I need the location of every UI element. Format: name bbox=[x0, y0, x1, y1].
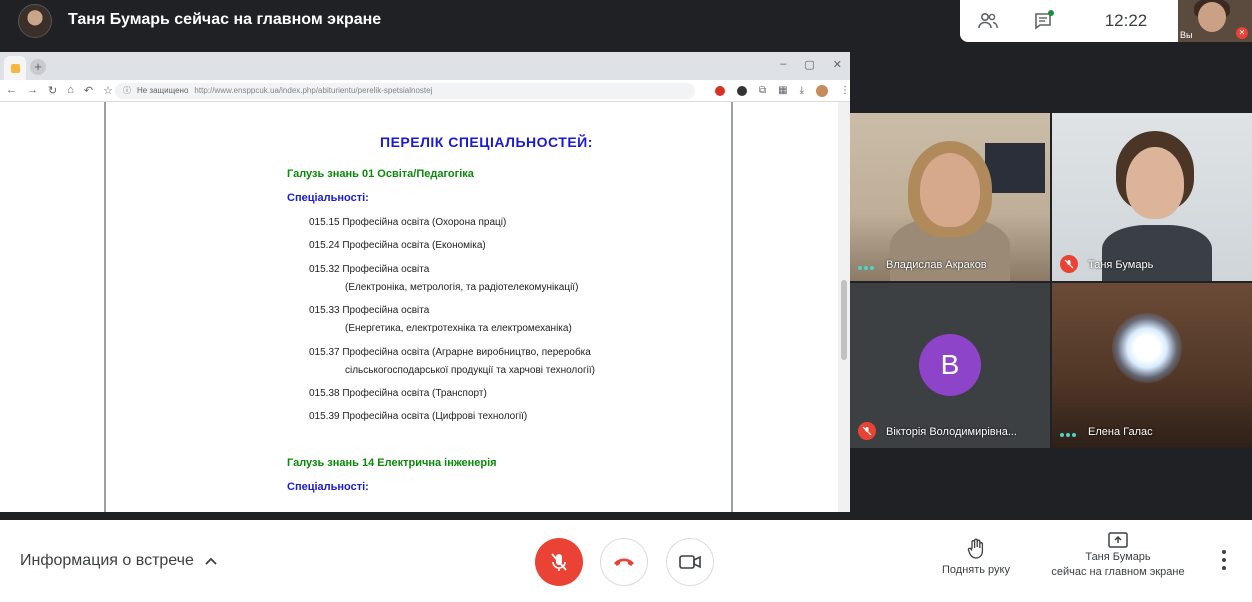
speaking-indicator-icon bbox=[858, 266, 874, 270]
page-border-right bbox=[731, 102, 733, 512]
mic-toggle-button[interactable] bbox=[535, 538, 583, 586]
field-heading-01: Галузь знань 01 Освіта/Педагогіка bbox=[287, 168, 474, 180]
spec-item: 015.37 Професійна освіта (Аграрне виробн… bbox=[309, 347, 591, 358]
info-icon: ⓘ bbox=[122, 86, 131, 95]
home-icon[interactable]: ⌂ bbox=[67, 84, 74, 97]
more-options-icon[interactable] bbox=[1216, 550, 1232, 570]
meeting-info-button[interactable]: Информация о встрече bbox=[20, 552, 218, 570]
self-mic-off-icon: ✕ bbox=[1236, 27, 1248, 39]
close-icon[interactable]: ✕ bbox=[833, 58, 842, 71]
window-controls: – ▢ ✕ bbox=[780, 58, 842, 71]
presenter-avatar bbox=[18, 4, 52, 38]
presentation-line-2: сейчас на главном экране bbox=[1051, 566, 1185, 578]
chat-badge bbox=[1048, 10, 1054, 16]
spec-item: 015.33 Професійна освіта bbox=[309, 305, 430, 316]
mic-off-icon bbox=[1060, 255, 1078, 273]
profile-avatar-icon[interactable] bbox=[816, 84, 828, 97]
self-face bbox=[1198, 2, 1226, 32]
browser-tab[interactable] bbox=[4, 56, 26, 80]
specialties-heading-2: Спеціальності: bbox=[287, 481, 369, 493]
download-icon[interactable]: ⤓ bbox=[800, 85, 804, 96]
maximize-icon[interactable]: ▢ bbox=[804, 58, 814, 71]
back-icon[interactable]: ← bbox=[6, 84, 17, 97]
self-view-label: Вы bbox=[1180, 30, 1193, 40]
dark-extension-icon[interactable] bbox=[736, 85, 747, 96]
copy-icon[interactable]: ⧉ bbox=[759, 85, 766, 96]
top-panel: 12:22 bbox=[960, 0, 1180, 42]
participant-name: Елена Галас bbox=[1088, 426, 1153, 438]
participant-tile-1[interactable]: Владислав Акраков bbox=[850, 113, 1050, 281]
light-glare bbox=[1112, 313, 1182, 383]
security-label: Не защищено bbox=[136, 86, 189, 95]
people-button[interactable] bbox=[960, 0, 1016, 42]
mic-off-icon bbox=[858, 422, 876, 440]
page-border-left bbox=[104, 102, 106, 512]
self-view[interactable]: Вы ✕ bbox=[1178, 0, 1252, 42]
presenter-title: Таня Бумарь сейчас на главном экране bbox=[68, 11, 382, 28]
camera-toggle-button[interactable] bbox=[666, 538, 714, 586]
speaking-indicator-icon bbox=[1060, 433, 1076, 437]
spec-item-detail: (Енергетика, електротехніка та електроме… bbox=[345, 323, 572, 334]
chevron-up-icon bbox=[205, 557, 217, 565]
nav-buttons: ← → ↻ ⌂ ↶ ☆ bbox=[0, 84, 115, 97]
spec-item-detail: сільськогосподарської продукції та харчо… bbox=[345, 365, 595, 376]
raise-hand-label: Поднять руку bbox=[942, 564, 1010, 576]
forward-icon[interactable]: → bbox=[27, 84, 38, 97]
minimize-icon[interactable]: – bbox=[780, 58, 786, 71]
spec-item: 015.24 Професійна освіта (Економіка) bbox=[309, 240, 486, 251]
url-text: http://www.ensppcuk.ua/index.php/abituri… bbox=[194, 86, 433, 95]
extension-icons: ⧉ ▦ ⤓ ⋮ bbox=[695, 84, 850, 97]
scroll-thumb[interactable] bbox=[841, 280, 847, 360]
favicon-icon bbox=[10, 63, 20, 73]
new-tab-icon[interactable]: + bbox=[30, 59, 46, 75]
spec-item: 015.32 Професійна освіта bbox=[309, 264, 430, 275]
phone-hangup-icon bbox=[614, 558, 634, 566]
opera-extension-icon[interactable] bbox=[714, 85, 725, 96]
raise-hand-button[interactable]: Поднять руку bbox=[934, 538, 1018, 576]
presentation-button[interactable]: Таня Бумарь сейчас на главном экране bbox=[1040, 532, 1196, 580]
menu-dots-icon[interactable]: ⋮ bbox=[840, 85, 850, 96]
participant-name: Таня Бумарь bbox=[1088, 259, 1154, 271]
participant-name: Владислав Акраков bbox=[886, 259, 987, 271]
people-icon bbox=[978, 12, 998, 29]
bottom-bar: Информация о встрече Поднять руку Таня Б… bbox=[0, 520, 1252, 602]
star-icon[interactable]: ☆ bbox=[103, 84, 113, 97]
participant-face bbox=[1126, 147, 1184, 219]
camera-icon bbox=[679, 555, 701, 569]
spec-item: 015.38 Професійна освіта (Транспорт) bbox=[309, 388, 487, 399]
address-bar: ← → ↻ ⌂ ↶ ☆ ⓘ Не защищено http://www.ens… bbox=[0, 80, 850, 102]
hang-up-button[interactable] bbox=[600, 538, 648, 586]
spec-item: 015.39 Професійна освіта (Цифрові технол… bbox=[309, 411, 528, 422]
spec-item-detail: (Електроніка, метрологія, та радіотелеко… bbox=[345, 282, 579, 293]
meeting-info-label: Информация о встрече bbox=[20, 552, 194, 569]
participant-body bbox=[1102, 225, 1212, 281]
spec-item: 015.15 Професійна освіта (Охорона праці) bbox=[309, 217, 507, 228]
mic-off-icon bbox=[551, 553, 567, 571]
browser-tabbar: + – ▢ ✕ bbox=[0, 52, 850, 80]
undo-icon[interactable]: ↶ bbox=[84, 84, 93, 97]
presentation-line-1: Таня Бумарь bbox=[1085, 551, 1151, 563]
background-shelf bbox=[985, 143, 1045, 193]
participant-tile-4[interactable]: Елена Галас bbox=[1052, 283, 1252, 448]
participant-face bbox=[920, 153, 980, 227]
hand-icon bbox=[967, 538, 984, 559]
reload-icon[interactable]: ↻ bbox=[48, 84, 57, 97]
participant-avatar: В bbox=[919, 334, 981, 396]
participant-tile-2[interactable]: Таня Бумарь bbox=[1052, 113, 1252, 281]
participant-tile-3[interactable]: В Вікторія Володимирівна... bbox=[850, 283, 1050, 448]
specialties-heading-1: Спеціальності: bbox=[287, 192, 369, 204]
clock: 12:22 bbox=[1104, 11, 1148, 30]
participant-name: Вікторія Володимирівна... bbox=[886, 426, 1017, 438]
present-screen-icon bbox=[1108, 532, 1128, 548]
grid-icon[interactable]: ▦ bbox=[778, 85, 787, 96]
doc-title: ПЕРЕЛІК СПЕЦІАЛЬНОСТЕЙ: bbox=[380, 134, 593, 150]
field-heading-14: Галузь знань 14 Електрична інженерія bbox=[287, 457, 497, 469]
url-input[interactable]: ⓘ Не защищено http://www.ensppcuk.ua/ind… bbox=[114, 82, 695, 99]
chat-button[interactable] bbox=[1016, 0, 1072, 42]
